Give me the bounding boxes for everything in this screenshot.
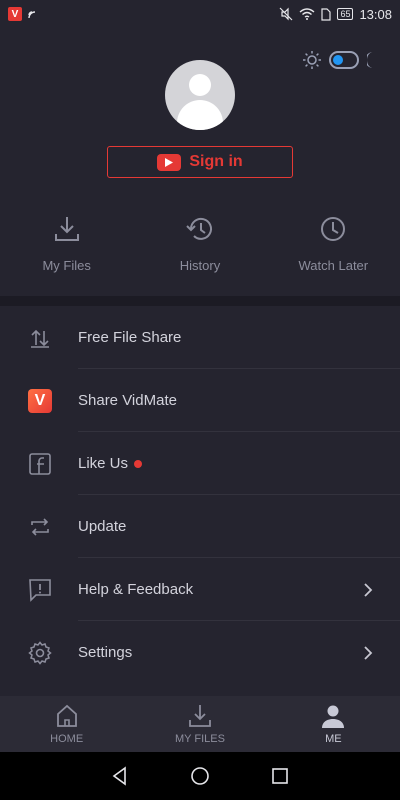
quick-label-my-files: My Files — [42, 258, 91, 273]
menu-item-update[interactable]: Update — [0, 495, 400, 558]
status-bar: V 65 13:08 — [0, 0, 400, 28]
feedback-icon — [26, 576, 54, 604]
menu-label: Help & Feedback — [78, 581, 194, 598]
tab-label: MY FILES — [175, 733, 225, 745]
sun-icon — [303, 51, 321, 69]
mute-icon — [280, 7, 293, 21]
home-circle-icon[interactable] — [190, 766, 210, 786]
tab-me[interactable]: ME — [267, 696, 400, 752]
tab-my-files[interactable]: MY FILES — [133, 696, 266, 752]
youtube-icon — [157, 153, 182, 171]
history-icon — [186, 217, 212, 240]
dark-mode-switch[interactable] — [329, 51, 359, 69]
quick-item-watch-later[interactable]: Watch Later — [267, 214, 400, 273]
gear-icon — [26, 639, 54, 667]
menu-item-help-feedback[interactable]: Help & Feedback — [0, 558, 400, 621]
sign-in-button[interactable]: Sign in — [107, 146, 293, 178]
notification-dot — [134, 460, 143, 469]
vidmate-logo-icon: V — [28, 388, 52, 413]
quick-item-history[interactable]: History — [133, 214, 266, 273]
menu-label: Like Us — [78, 455, 129, 472]
quick-label-history: History — [179, 258, 221, 273]
menu-label: Free File Share — [78, 329, 182, 346]
menu-label: Settings — [78, 644, 133, 661]
sign-in-label: Sign in — [189, 153, 243, 170]
menu-item-like-us[interactable]: Like Us — [0, 432, 400, 495]
theme-toggle[interactable] — [303, 51, 381, 69]
menu-label: Update — [78, 518, 127, 535]
battery-indicator: 65 — [337, 8, 354, 20]
wifi-icon — [299, 8, 315, 20]
menu-item-free-file-share[interactable]: Free File Share — [0, 306, 400, 369]
cast-icon — [28, 11, 36, 19]
file-share-icon — [26, 324, 54, 352]
tab-home[interactable]: HOME — [0, 696, 133, 752]
menu-list: Free File Share V Share VidMate Like Us … — [0, 306, 400, 684]
sim-icon — [321, 7, 332, 21]
menu-label: Share VidMate — [78, 392, 177, 409]
menu-item-share-vidmate[interactable]: V Share VidMate — [0, 369, 400, 432]
chevron-right-icon — [364, 645, 373, 660]
tab-label: HOME — [50, 733, 84, 745]
download-icon — [54, 217, 79, 241]
screen: V 65 13:08 Sign in My Files History Watc… — [0, 0, 400, 800]
clock: 13:08 — [359, 6, 392, 22]
quick-actions: My Files History Watch Later — [0, 214, 400, 273]
quick-item-my-files[interactable]: My Files — [0, 214, 133, 273]
update-icon — [26, 513, 54, 541]
vidmate-notification-icon: V — [8, 7, 22, 21]
back-icon[interactable] — [110, 766, 130, 786]
avatar[interactable] — [165, 60, 235, 130]
person-icon — [322, 705, 345, 728]
moon-icon — [367, 52, 373, 68]
tab-label: ME — [325, 733, 342, 745]
facebook-icon — [26, 450, 54, 478]
clock-icon — [321, 217, 346, 241]
bottom-nav: HOME MY FILES ME — [0, 696, 400, 752]
section-divider — [0, 296, 400, 306]
download-icon — [189, 705, 211, 727]
quick-label-watch-later: Watch Later — [298, 258, 369, 273]
switch-knob — [333, 55, 343, 65]
system-nav-bar — [0, 752, 400, 800]
recents-icon[interactable] — [270, 766, 290, 786]
chevron-right-icon — [364, 582, 373, 597]
home-icon — [56, 704, 77, 727]
menu-item-settings[interactable]: Settings — [0, 621, 400, 684]
